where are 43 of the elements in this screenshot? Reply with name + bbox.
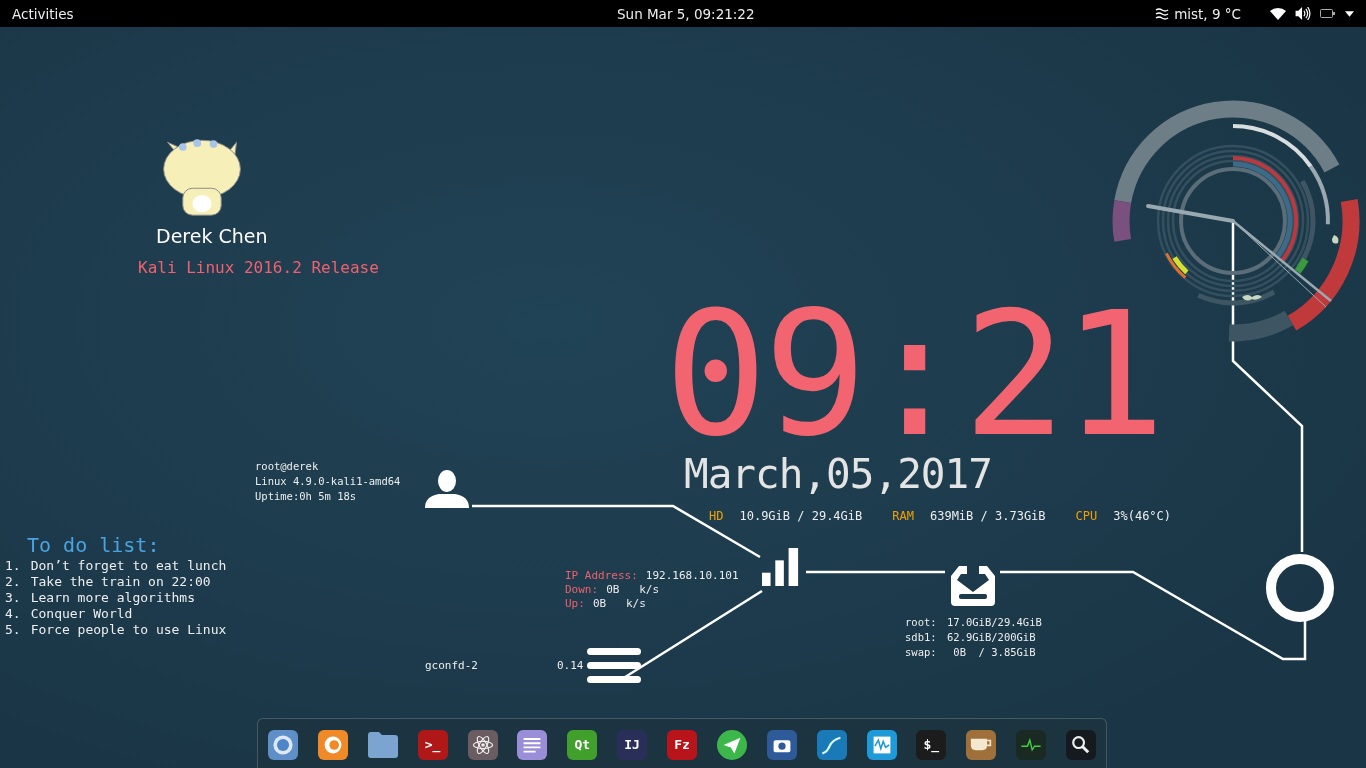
network-value: 0B k/s <box>606 583 660 597</box>
todo-item: Learn more algorithms <box>30 590 196 606</box>
todo-title: To do list: <box>27 532 161 558</box>
load-value: 0.14 <box>557 659 584 672</box>
disk-label: swap: <box>905 645 938 660</box>
disk-value: 17.0GiB/29.4GiB <box>947 616 1042 628</box>
todo-item: Conquer World <box>30 606 133 622</box>
app-launcher[interactable]: $_ <box>916 729 947 760</box>
stat-label: RAM <box>892 509 914 523</box>
system-info-line: root@derek <box>255 459 320 474</box>
todo-item: Take the train on 22:00 <box>30 574 211 590</box>
todo-item: Don’t forget to eat lunch <box>30 558 227 574</box>
clock-button[interactable]: Sun Mar 5, 09:21:22 <box>617 5 755 22</box>
process-name: gconfd-2 <box>425 659 478 672</box>
network-label: Down: <box>565 583 599 597</box>
app-launcher[interactable]: >_ <box>417 729 448 760</box>
network-label: Up: <box>565 597 585 611</box>
weather-text[interactable]: mist, 9 °C <box>1174 5 1241 22</box>
disk-value: 0B / 3.85GiB <box>952 646 1036 658</box>
item-number: 4. <box>5 606 21 622</box>
stat-value: 639MiB / 3.73GiB <box>929 509 1046 523</box>
network-label: IP Address: <box>565 569 638 583</box>
network-value: 192.168.10.101 <box>645 569 739 583</box>
stat-label: CPU <box>1075 509 1098 523</box>
stat-label: HD <box>709 509 724 523</box>
disk-label: root: <box>905 615 938 630</box>
item-number: 3. <box>5 590 21 606</box>
system-info-line: Uptime:0h 5m 18s <box>255 489 358 504</box>
user-name: Derek Chen <box>156 225 268 247</box>
system-info-line: Linux 4.9.0-kali1-amd64 <box>255 474 401 489</box>
item-number: 5. <box>5 622 21 638</box>
item-number: 1. <box>5 558 21 574</box>
release-label: Kali Linux 2016.2 Release <box>138 258 379 277</box>
disk-label: sdb1: <box>905 630 938 645</box>
disk-value: 62.9GiB/200GiB <box>947 631 1036 643</box>
stat-value: 3%(46°C) <box>1113 509 1172 523</box>
app-launcher[interactable]: IJ <box>617 729 648 760</box>
activities-button[interactable]: Activities <box>12 5 74 22</box>
item-number: 2. <box>5 574 21 590</box>
todo-item: Force people to use Linux <box>30 622 227 638</box>
network-value: 0B k/s <box>592 597 646 611</box>
app-launcher[interactable]: Fz <box>667 729 697 760</box>
stat-value: 10.9GiB / 29.4GiB <box>739 509 863 523</box>
